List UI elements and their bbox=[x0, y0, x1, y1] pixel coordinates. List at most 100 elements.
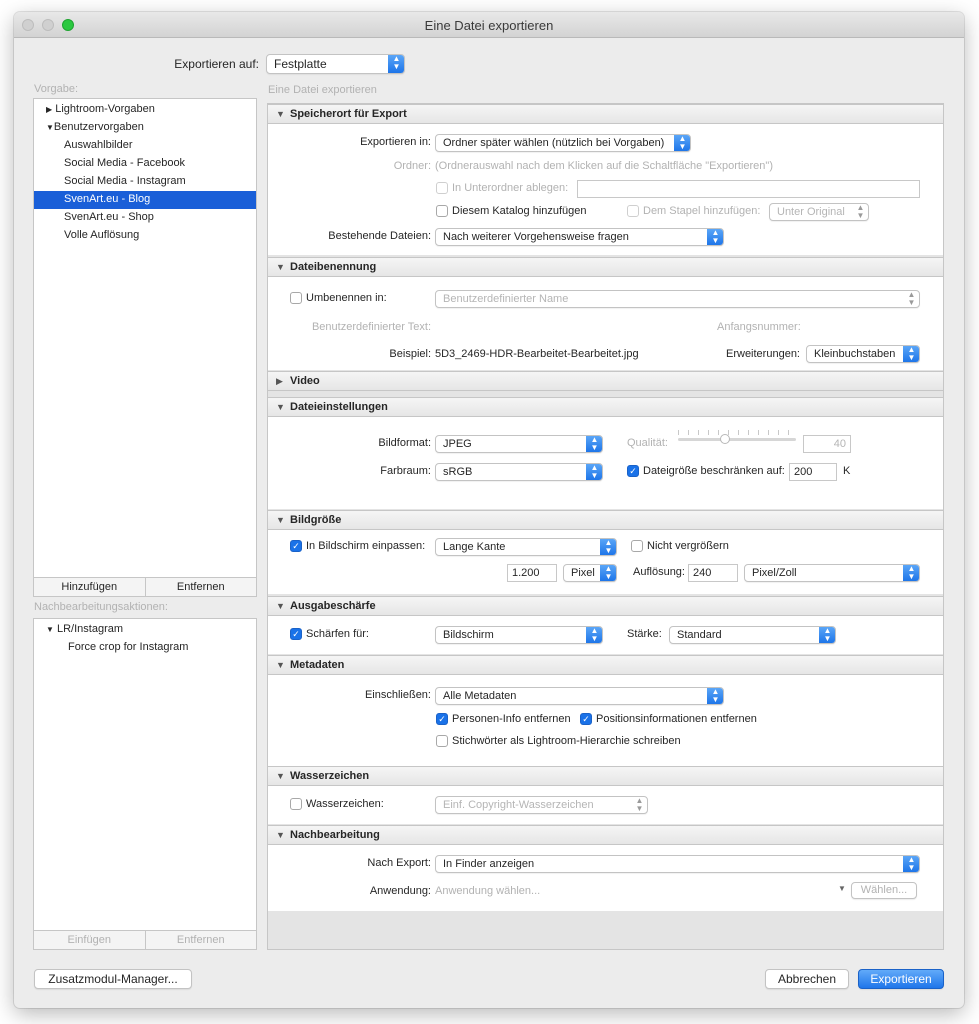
subfolder-label: In Unterordner ablegen: bbox=[452, 182, 569, 194]
keywords-hierarchy-checkbox[interactable] bbox=[436, 735, 448, 747]
include-select[interactable]: Alle Metadaten ▲ ▼ bbox=[435, 687, 724, 705]
insert-action-button[interactable]: Einfügen bbox=[34, 931, 145, 949]
subfolder-input[interactable] bbox=[577, 180, 920, 198]
after-export-select[interactable]: In Finder anzeigen ▲ ▼ bbox=[435, 855, 920, 873]
post-actions-list: ▼ LR/Instagram Force crop for Instagram … bbox=[33, 618, 257, 950]
watermark-checkbox[interactable] bbox=[290, 798, 302, 810]
section-header-metadata[interactable]: ▼ Metadaten bbox=[268, 655, 943, 675]
triangle-down-icon[interactable]: ▼ bbox=[276, 601, 285, 611]
preset-item-selected[interactable]: SvenArt.eu - Blog bbox=[34, 191, 256, 209]
section-body-post: Nach Export: In Finder anzeigen ▲ ▼ Anwen… bbox=[268, 845, 943, 911]
rename-select[interactable]: Benutzerdefinierter Name ▲ ▼ bbox=[435, 290, 920, 308]
fit-screen-label: In Bildschirm einpassen: bbox=[306, 540, 426, 552]
export-in-select[interactable]: Ordner später wählen (nützlich bei Vorga… bbox=[435, 134, 691, 152]
post-actions-label: Nachbearbeitungsaktionen: bbox=[34, 601, 168, 613]
remove-location-checkbox[interactable]: ✓ bbox=[580, 713, 592, 725]
remove-action-button[interactable]: Entfernen bbox=[144, 931, 257, 949]
fit-screen-select[interactable]: Lange Kante ▲ ▼ bbox=[435, 538, 617, 556]
section-header-file[interactable]: ▼ Dateieinstellungen bbox=[268, 397, 943, 417]
remove-person-checkbox[interactable]: ✓ bbox=[436, 713, 448, 725]
remove-preset-button[interactable]: Entfernen bbox=[144, 578, 257, 596]
quality-slider-knob[interactable] bbox=[720, 434, 730, 444]
add-to-catalog-checkbox[interactable] bbox=[436, 205, 448, 217]
section-header-post[interactable]: ▼ Nachbearbeitung bbox=[268, 825, 943, 845]
triangle-down-icon[interactable]: ▼ bbox=[46, 625, 54, 634]
no-enlarge-checkbox[interactable] bbox=[631, 540, 643, 552]
section-header-video[interactable]: ▶ Video bbox=[268, 371, 943, 391]
export-button[interactable]: Exportieren bbox=[858, 969, 944, 989]
quality-input[interactable]: 40 bbox=[803, 435, 851, 453]
title-bar: Eine Datei exportieren bbox=[14, 12, 964, 38]
section-header-size[interactable]: ▼ Bildgröße bbox=[268, 510, 943, 530]
cancel-button[interactable]: Abbrechen bbox=[765, 969, 849, 989]
existing-files-select[interactable]: Nach weiterer Vorgehensweise fragen ▲ ▼ bbox=[435, 228, 724, 246]
limit-size-input[interactable]: 200 bbox=[789, 463, 837, 481]
colorspace-select[interactable]: sRGB ▲ ▼ bbox=[435, 463, 603, 481]
preset-item[interactable]: Auswahlbilder bbox=[34, 137, 256, 155]
fit-screen-checkbox[interactable]: ✓ bbox=[290, 540, 302, 552]
post-action-group[interactable]: ▼ LR/Instagram bbox=[34, 621, 256, 639]
triangle-down-icon[interactable]: ▼ bbox=[276, 262, 285, 272]
no-enlarge-label: Nicht vergrößern bbox=[647, 540, 729, 552]
export-to-select[interactable]: Festplatte ▲ ▼ bbox=[266, 54, 405, 74]
chevron-updown-icon: ▲ ▼ bbox=[674, 135, 690, 151]
chevron-updown-icon: ▲ ▼ bbox=[586, 464, 602, 480]
preset-item[interactable]: Social Media - Instagram bbox=[34, 173, 256, 191]
application-placeholder[interactable]: Anwendung wählen... bbox=[435, 885, 540, 897]
sharpen-checkbox[interactable]: ✓ bbox=[290, 628, 302, 640]
preset-group-lightroom[interactable]: ▶ Lightroom-Vorgaben bbox=[34, 101, 256, 119]
resolution-unit-select[interactable]: Pixel/Zoll ▲ ▼ bbox=[744, 564, 920, 582]
plugin-manager-button[interactable]: Zusatzmodul-Manager... bbox=[34, 969, 192, 989]
add-to-stack-checkbox[interactable] bbox=[627, 205, 639, 217]
section-header-naming[interactable]: ▼ Dateibenennung bbox=[268, 257, 943, 277]
triangle-right-icon[interactable]: ▶ bbox=[46, 105, 52, 114]
preset-item[interactable]: SvenArt.eu - Shop bbox=[34, 209, 256, 227]
post-action-item[interactable]: Force crop for Instagram bbox=[34, 639, 256, 657]
choose-application-button[interactable]: Wählen... bbox=[851, 882, 917, 899]
size-input[interactable]: 1.200 bbox=[507, 564, 557, 582]
format-label: Bildformat: bbox=[378, 437, 431, 449]
format-select[interactable]: JPEG ▲ ▼ bbox=[435, 435, 603, 453]
rename-checkbox[interactable] bbox=[290, 292, 302, 304]
strength-label: Stärke: bbox=[627, 628, 662, 640]
triangle-right-icon[interactable]: ▶ bbox=[276, 376, 283, 387]
presets-actions: Hinzufügen Entfernen bbox=[34, 577, 256, 596]
triangle-down-icon[interactable]: ▼ bbox=[276, 515, 285, 525]
preset-item[interactable]: Volle Auflösung bbox=[34, 227, 256, 245]
right-panel-header: Eine Datei exportieren bbox=[268, 84, 377, 96]
subfolder-checkbox[interactable] bbox=[436, 182, 448, 194]
example-label: Beispiel: bbox=[389, 348, 431, 360]
preset-group-user[interactable]: ▼Benutzervorgaben bbox=[34, 119, 256, 137]
add-preset-button[interactable]: Hinzufügen bbox=[34, 578, 145, 596]
extensions-select[interactable]: Kleinbuchstaben ▲ ▼ bbox=[806, 345, 920, 363]
section-header-location[interactable]: ▼ Speicherort für Export bbox=[268, 104, 943, 124]
chevron-updown-icon: ▲ ▼ bbox=[600, 565, 616, 581]
keywords-hierarchy-label: Stichwörter als Lightroom-Hierarchie sch… bbox=[452, 735, 681, 747]
existing-files-label: Bestehende Dateien: bbox=[328, 230, 431, 242]
triangle-down-icon[interactable]: ▼ bbox=[276, 402, 285, 412]
section-header-watermark[interactable]: ▼ Wasserzeichen bbox=[268, 766, 943, 786]
triangle-down-icon[interactable]: ▼ bbox=[276, 830, 285, 840]
chevron-updown-icon: ▲ ▼ bbox=[586, 436, 602, 452]
chevron-updown-icon: ▲ ▼ bbox=[856, 203, 865, 220]
watermark-select[interactable]: Einf. Copyright-Wasserzeichen ▲ ▼ bbox=[435, 796, 648, 814]
chevron-updown-icon: ▲ ▼ bbox=[388, 55, 404, 73]
section-header-sharpen[interactable]: ▼ Ausgabeschärfe bbox=[268, 596, 943, 616]
stack-select[interactable]: Unter Original ▲ ▼ bbox=[769, 203, 869, 221]
triangle-down-icon[interactable]: ▼ bbox=[276, 660, 285, 670]
rename-label: Umbenennen in: bbox=[306, 292, 387, 304]
dropdown-arrow-icon[interactable]: ▼ bbox=[838, 884, 846, 893]
triangle-down-icon[interactable]: ▼ bbox=[276, 771, 285, 781]
triangle-down-icon[interactable]: ▼ bbox=[46, 123, 54, 132]
triangle-down-icon[interactable]: ▼ bbox=[276, 109, 285, 119]
resolution-input[interactable]: 240 bbox=[688, 564, 738, 582]
chevron-updown-icon: ▲ ▼ bbox=[907, 290, 916, 307]
preset-item[interactable]: Social Media - Facebook bbox=[34, 155, 256, 173]
presets-label: Vorgabe: bbox=[34, 83, 79, 95]
section-body-sharpen: ✓ Schärfen für: Bildschirm ▲ ▼ Stärke: St… bbox=[268, 616, 943, 654]
quality-slider[interactable] bbox=[678, 438, 796, 441]
sharpen-select[interactable]: Bildschirm ▲ ▼ bbox=[435, 626, 603, 644]
size-unit-select[interactable]: Pixel ▲ ▼ bbox=[563, 564, 617, 582]
limit-size-checkbox[interactable]: ✓ bbox=[627, 465, 639, 477]
strength-select[interactable]: Standard ▲ ▼ bbox=[669, 626, 836, 644]
